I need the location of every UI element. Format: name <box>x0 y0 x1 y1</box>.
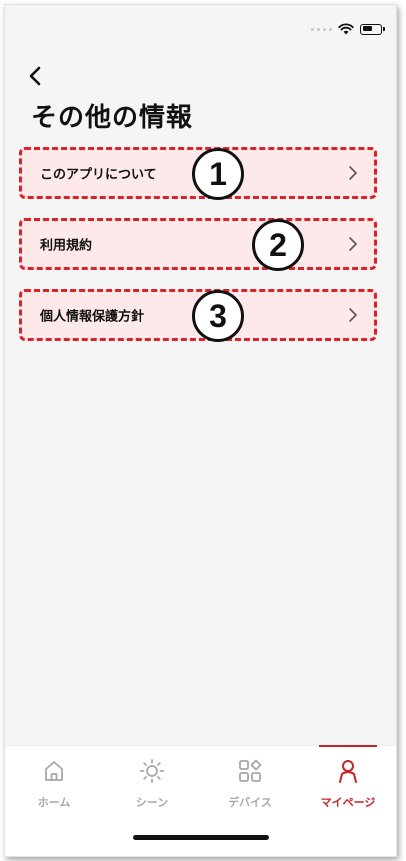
nav-item-scene[interactable]: シーン <box>103 746 201 826</box>
wifi-icon <box>338 23 354 35</box>
number-badge: 1 <box>192 148 244 200</box>
active-tab-indicator <box>319 745 377 747</box>
phone-screen: その他の情報 このアプリについて 1 利用規約 2 個人情報保護方針 3 ホーム <box>4 4 397 857</box>
number-badge: 2 <box>252 219 304 271</box>
page-title: その他の情報 <box>31 103 194 133</box>
nav-item-devices[interactable]: デバイス <box>201 746 299 826</box>
home-icon <box>45 761 63 781</box>
nav-label: マイページ <box>320 796 376 809</box>
nav-label: デバイス <box>228 796 272 809</box>
devices-grid-icon <box>239 759 262 782</box>
home-indicator <box>132 835 269 840</box>
number-badge: 3 <box>192 290 244 342</box>
nav-label: シーン <box>135 796 169 809</box>
menu-item-terms-of-use[interactable]: 利用規約 2 <box>19 218 377 271</box>
person-icon <box>339 760 357 783</box>
back-arrow-icon <box>29 66 41 86</box>
signal-icon <box>311 27 332 31</box>
battery-icon <box>360 23 385 35</box>
menu-item-label: このアプリについて <box>40 167 157 183</box>
status-bar <box>311 21 385 37</box>
back-button[interactable] <box>23 63 49 89</box>
menu-item-label: 利用規約 <box>40 238 93 254</box>
menu-item-about-app[interactable]: このアプリについて 1 <box>19 147 377 200</box>
menu-item-privacy-policy[interactable]: 個人情報保護方針 3 <box>19 289 377 342</box>
nav-label: ホーム <box>37 796 71 809</box>
menu-item-label: 個人情報保護方針 <box>40 309 145 325</box>
chevron-right-icon <box>349 308 357 322</box>
bottom-nav: ホーム シーン デバイス マイページ <box>5 745 396 856</box>
chevron-right-icon <box>349 166 357 180</box>
nav-item-home[interactable]: ホーム <box>5 746 103 826</box>
nav-item-my-page[interactable]: マイページ <box>299 745 396 826</box>
chevron-right-icon <box>349 237 357 251</box>
sun-icon <box>140 759 164 783</box>
